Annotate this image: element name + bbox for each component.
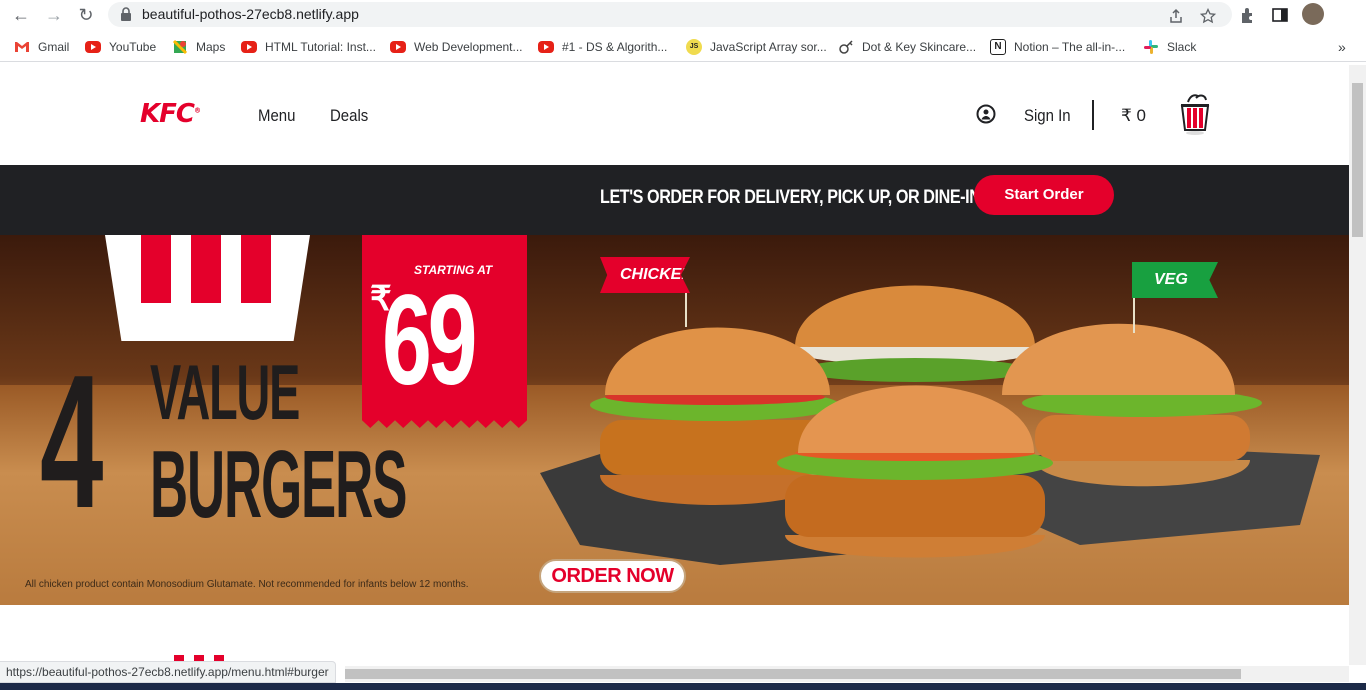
bucket-stripe [241, 235, 271, 303]
bookmark-javascript-array[interactable]: JS JavaScript Array sor... [686, 38, 827, 56]
bookmark-label: Maps [196, 40, 226, 54]
nav-deals[interactable]: Deals [330, 106, 368, 126]
kfc-bucket-graphic [105, 235, 310, 341]
reload-icon[interactable]: ↻ [76, 5, 96, 25]
sign-in-link[interactable]: Sign In [1024, 106, 1071, 126]
price-value: 69 [382, 269, 477, 412]
price-tag: STARTING AT ₹ 69 [362, 235, 527, 428]
url-text: beautiful-pothos-27ecb8.netlify.app [142, 6, 359, 22]
bookmark-label: YouTube [109, 40, 157, 54]
notion-icon: N [990, 39, 1006, 55]
bookmark-gmail[interactable]: Gmail [14, 38, 69, 56]
bookmark-notion[interactable]: N Notion – The all-in-... [990, 38, 1125, 56]
hero-carousel[interactable]: 4 VALUE BURGERS STARTING AT ₹ 69 CHICKEN… [0, 235, 1349, 605]
cart-bucket-icon[interactable] [1176, 92, 1214, 138]
lock-icon [121, 7, 131, 21]
dot-key-icon [839, 40, 853, 54]
site-header: KFC® Menu Deals Sign In ₹ 0 [0, 65, 1349, 165]
extensions-icon[interactable] [1238, 5, 1258, 25]
side-panel-icon[interactable] [1270, 5, 1290, 25]
bookmark-web-development[interactable]: Web Development... [390, 38, 523, 56]
chicken-flag: CHICKEN [600, 257, 690, 293]
youtube-icon [241, 41, 257, 53]
bookmark-dot-key[interactable]: Dot & Key Skincare... [838, 38, 976, 56]
status-bar: https://beautiful-pothos-27ecb8.netlify.… [0, 661, 336, 683]
bookmark-slack[interactable]: Slack [1143, 38, 1196, 56]
cart-total[interactable]: ₹ 0 [1121, 106, 1146, 126]
bookmark-label: JavaScript Array sor... [710, 40, 827, 54]
star-icon[interactable] [1200, 8, 1216, 24]
slack-icon [1144, 40, 1158, 54]
vertical-scrollbar-thumb[interactable] [1352, 83, 1363, 237]
banner-text: LET'S ORDER FOR DELIVERY, PICK UP, OR DI… [600, 187, 981, 208]
bookmark-label: Slack [1167, 40, 1197, 54]
forward-icon[interactable]: → [44, 5, 64, 25]
address-bar[interactable]: beautiful-pothos-27ecb8.netlify.app [108, 2, 1232, 27]
youtube-icon [538, 41, 554, 53]
hero-disclaimer: All chicken product contain Monosodium G… [25, 579, 469, 590]
bookmark-label: HTML Tutorial: Inst... [265, 40, 376, 54]
kfc-logo[interactable]: KFC® [140, 99, 201, 129]
profile-avatar[interactable] [1302, 3, 1324, 25]
hero-headline-value: VALUE [150, 348, 300, 436]
logo-text: KFC [140, 99, 195, 129]
order-now-button[interactable]: ORDER NOW [539, 559, 686, 593]
os-taskbar [0, 683, 1366, 690]
bookmark-youtube[interactable]: YouTube [85, 38, 156, 56]
bucket-stripe [141, 235, 171, 303]
nav-menu[interactable]: Menu [258, 106, 295, 126]
hero-headline-burgers: BURGERS [150, 431, 407, 538]
bookmark-label: Dot & Key Skincare... [862, 40, 977, 54]
bookmark-ds-algorithms[interactable]: #1 - DS & Algorith... [538, 38, 667, 56]
bookmark-label: #1 - DS & Algorith... [562, 40, 668, 54]
bookmark-html-tutorial[interactable]: HTML Tutorial: Inst... [241, 38, 376, 56]
bucket-stripe [191, 235, 221, 303]
share-icon[interactable] [1168, 8, 1184, 24]
youtube-icon [85, 41, 101, 53]
more-bookmarks-button[interactable]: » [1338, 38, 1346, 56]
hero-number: 4 [40, 336, 103, 548]
bookmark-label: Web Development... [414, 40, 523, 54]
page-viewport: KFC® Menu Deals Sign In ₹ 0 LET'S ORDER … [0, 65, 1349, 665]
bookmark-label: Notion – The all-in-... [1014, 40, 1126, 54]
horizontal-scrollbar-thumb[interactable] [345, 669, 1241, 679]
bookmarks-bar: Gmail YouTube Maps HTML Tutorial: Inst..… [0, 32, 1366, 62]
order-banner: LET'S ORDER FOR DELIVERY, PICK UP, OR DI… [0, 165, 1349, 235]
start-order-button[interactable]: Start Order [974, 175, 1114, 215]
veg-flag: VEG [1132, 262, 1218, 298]
maps-icon [172, 39, 188, 55]
js-icon: JS [686, 39, 702, 55]
header-divider [1092, 100, 1094, 130]
account-icon[interactable] [976, 104, 996, 124]
bookmark-label: Gmail [38, 40, 70, 54]
youtube-icon [390, 41, 406, 53]
gmail-icon [15, 42, 29, 52]
back-icon[interactable]: ← [11, 5, 31, 25]
bookmark-maps[interactable]: Maps [172, 38, 225, 56]
browser-toolbar: ← → ↻ beautiful-pothos-27ecb8.netlify.ap… [0, 0, 1366, 30]
